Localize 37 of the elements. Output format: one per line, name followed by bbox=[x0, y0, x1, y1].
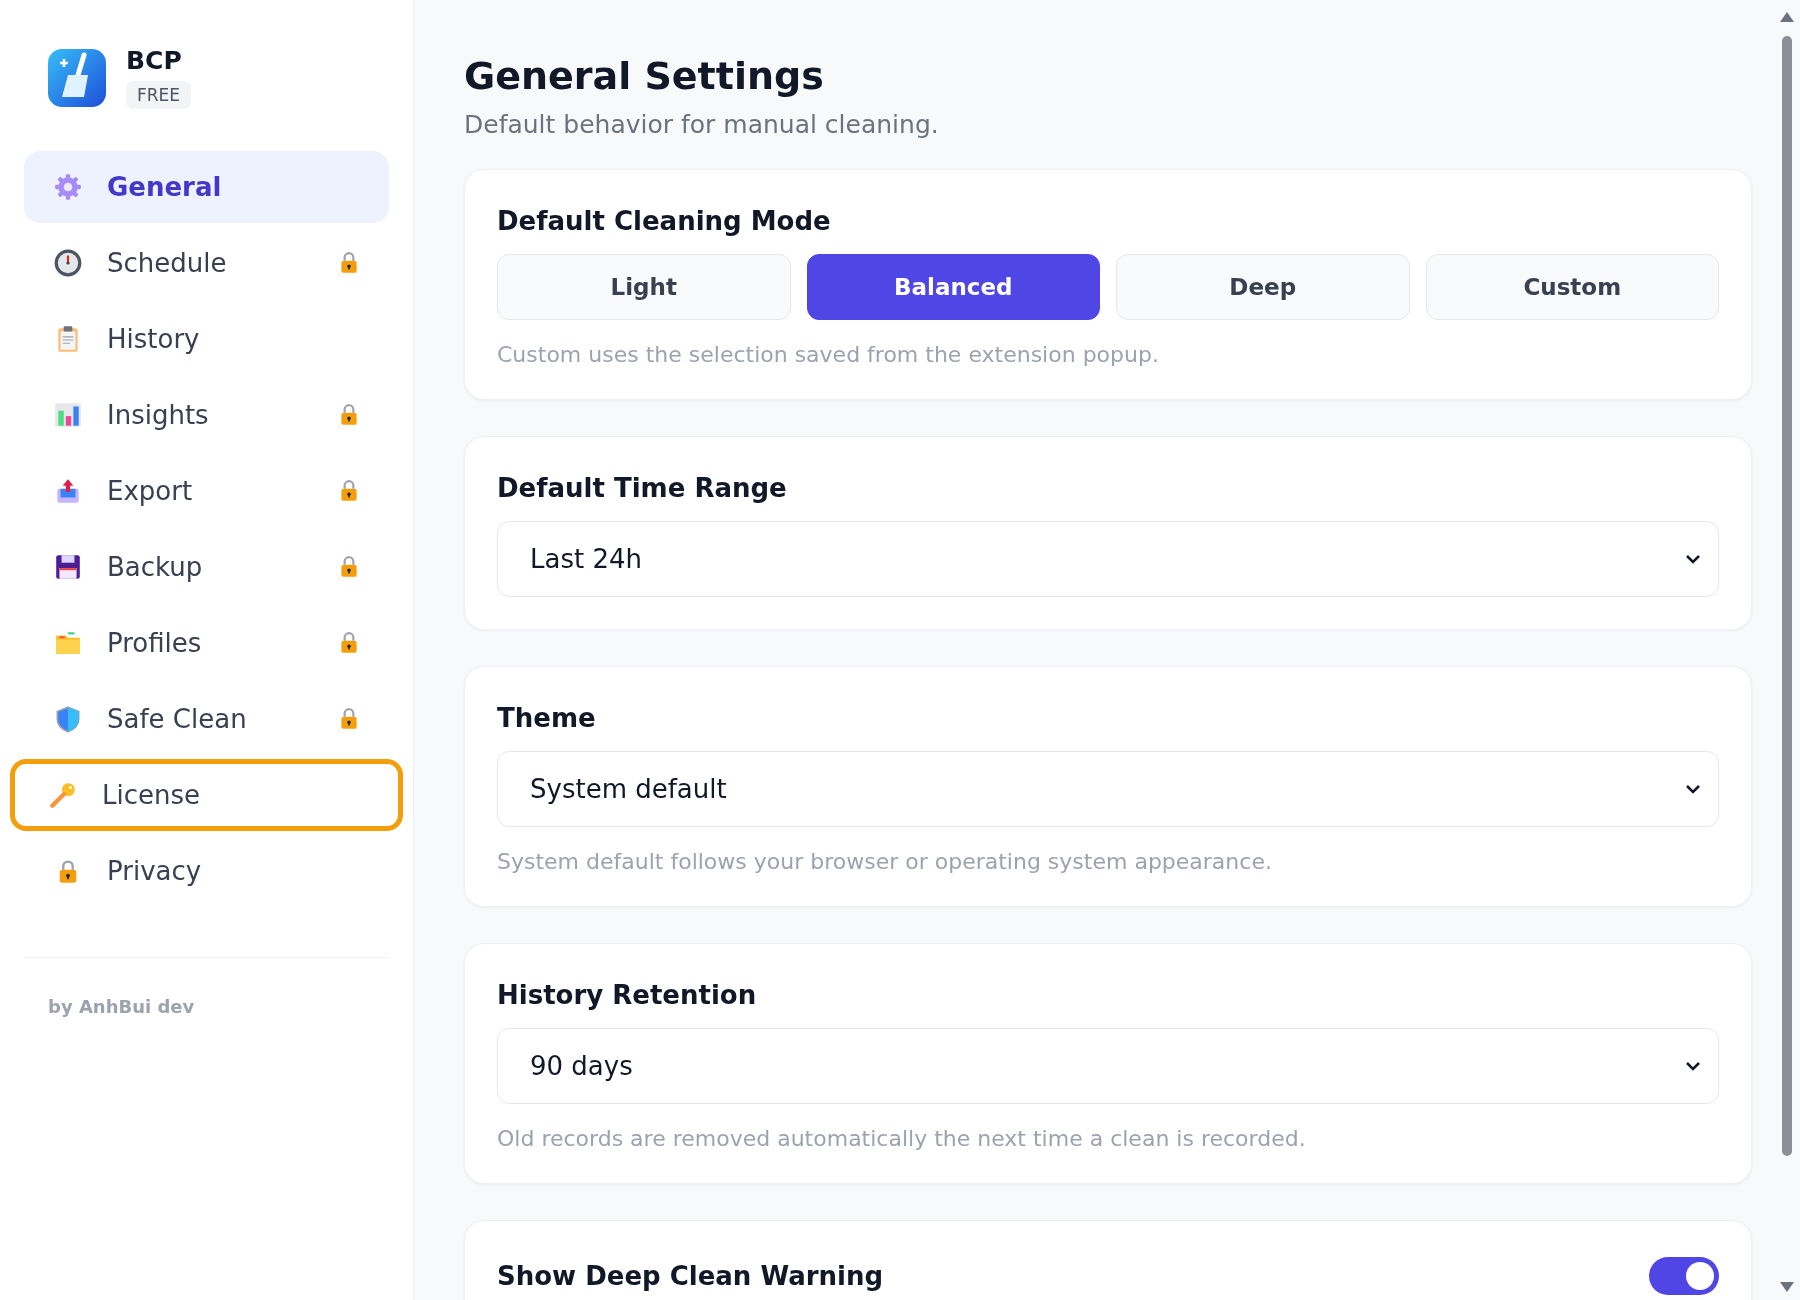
section-title: Theme bbox=[497, 703, 596, 733]
select-field[interactable]: Last 24h bbox=[497, 521, 1719, 597]
key-icon bbox=[48, 780, 78, 810]
page-title: General Settings bbox=[464, 54, 825, 98]
shield-icon bbox=[53, 704, 83, 734]
select-field[interactable]: 90 days bbox=[497, 1028, 1719, 1104]
toggle-switch[interactable] bbox=[1649, 1257, 1719, 1295]
sidebar-item[interactable]: Safe Clean bbox=[24, 683, 389, 755]
bar-chart-icon bbox=[53, 400, 83, 430]
sidebar-item[interactable]: Profiles bbox=[24, 607, 389, 679]
sidebar-item[interactable]: General bbox=[24, 151, 389, 223]
section-title: History Retention bbox=[497, 980, 757, 1010]
app-name: BCP bbox=[126, 46, 183, 75]
sidebar-item[interactable]: Privacy bbox=[24, 835, 389, 907]
mode-option[interactable]: Deep bbox=[1116, 254, 1410, 320]
broom-logo-icon bbox=[48, 48, 106, 107]
gear-icon bbox=[53, 172, 83, 202]
sidebar-item[interactable]: Backup bbox=[24, 531, 389, 603]
mode-option[interactable]: Light bbox=[497, 254, 791, 320]
sidebar-item[interactable]: Schedule bbox=[24, 227, 389, 299]
section-title: Show Deep Clean Warning bbox=[497, 1261, 884, 1291]
hint-text: Custom uses the selection saved from the extension popup. bbox=[497, 342, 1160, 367]
author-credit: by AnhBui dev bbox=[47, 996, 196, 1017]
hint-text: Old records are removed automatically the next time a clean is recorded. bbox=[497, 1126, 1307, 1151]
sidebar-item[interactable]: Export bbox=[24, 455, 389, 527]
plan-badge: FREE bbox=[126, 81, 192, 109]
section-title: Default Cleaning Mode bbox=[497, 206, 831, 236]
sidebar-item[interactable]: History bbox=[24, 303, 389, 375]
section-title: Default Time Range bbox=[497, 473, 787, 503]
page-subtitle: Default behavior for manual cleaning. bbox=[464, 110, 940, 139]
hint-text: System default follows your browser or operating system appearance. bbox=[497, 849, 1273, 874]
sidebar-item[interactable]: Insights bbox=[24, 379, 389, 451]
sidebar-item[interactable]: License bbox=[10, 759, 403, 831]
mode-option[interactable]: Balanced bbox=[806, 254, 1100, 320]
mode-option[interactable]: Custom bbox=[1425, 254, 1719, 320]
clock-icon bbox=[53, 248, 83, 278]
select-field[interactable]: System default bbox=[497, 751, 1719, 827]
